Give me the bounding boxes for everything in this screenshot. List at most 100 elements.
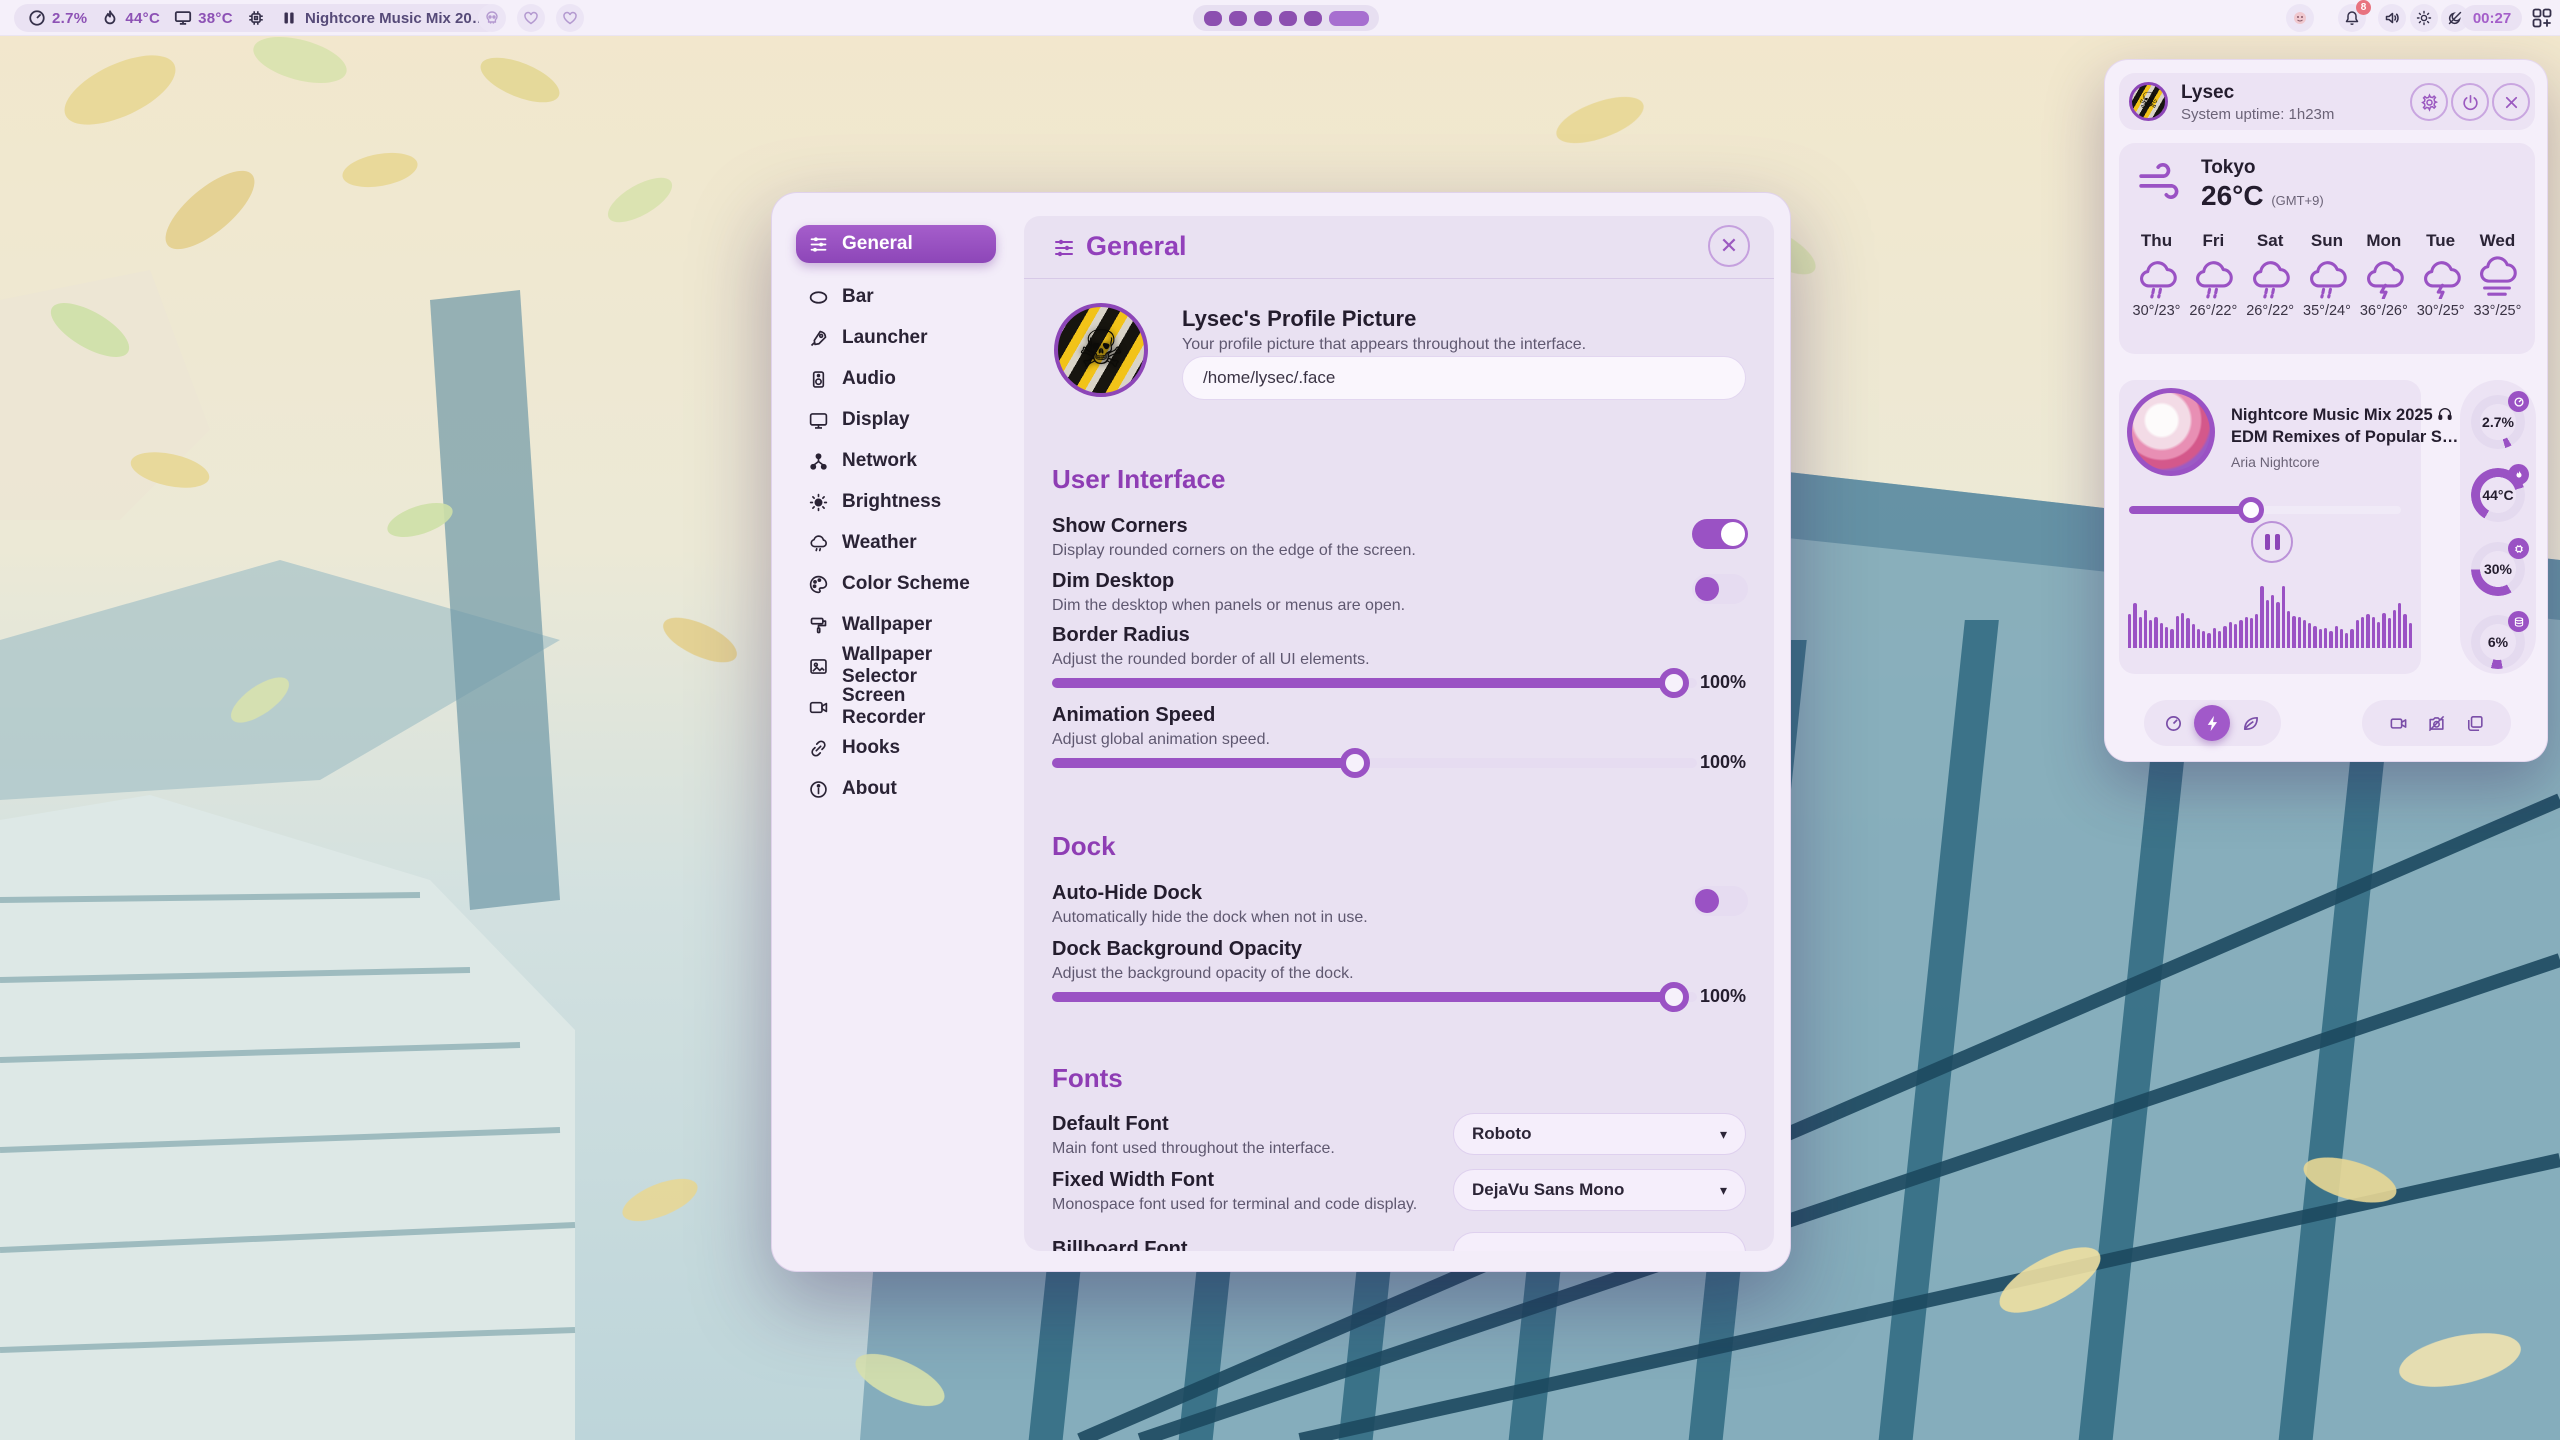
speaker-icon xyxy=(2384,10,2400,26)
forecast-day: Thu 30°/23° xyxy=(2129,231,2184,319)
sidebar-item-screen-recorder[interactable]: Screen Recorder xyxy=(796,688,996,726)
weather-card: Tokyo 26°C (GMT+9) Thu 30°/23° Fri 26°/2… xyxy=(2119,143,2535,354)
cpu-value: 2.7% xyxy=(52,10,87,27)
settings-button[interactable] xyxy=(2410,83,2448,121)
power-profile-powersave-button[interactable] xyxy=(2155,705,2191,741)
clock-pill[interactable]: 00:27 xyxy=(2462,5,2522,31)
workspace-dot[interactable] xyxy=(1229,11,1247,26)
audio-visualizer xyxy=(2128,586,2412,648)
animation-speed-slider[interactable] xyxy=(1052,758,1697,768)
slider-fill xyxy=(1052,678,1674,688)
sidebar-item-about[interactable]: About xyxy=(796,770,996,808)
forecast-day: Mon 36°/26° xyxy=(2356,231,2411,319)
flame-icon xyxy=(101,9,119,27)
sidebar-item-weather[interactable]: Weather xyxy=(796,524,996,562)
profile-avatar[interactable]: ☠ xyxy=(1054,303,1148,397)
user-avatar: ☠ xyxy=(2129,82,2168,121)
favorite2-quick-button[interactable] xyxy=(556,4,584,32)
monitor-icon xyxy=(174,9,192,27)
skull-quick-button[interactable] xyxy=(478,4,506,32)
sidebar-item-general[interactable]: General xyxy=(796,225,996,263)
rocket-icon xyxy=(808,328,829,349)
track-title-line1: Nightcore Music Mix 2025 xyxy=(2231,406,2453,425)
sidebar-item-launcher[interactable]: Launcher xyxy=(796,319,996,357)
speaker-box-icon xyxy=(808,369,829,390)
workspace-dot[interactable] xyxy=(1279,11,1297,26)
slider-knob[interactable] xyxy=(1340,748,1370,778)
sidebar-item-color-scheme[interactable]: Color Scheme xyxy=(796,565,996,603)
sidebar-item-display[interactable]: Display xyxy=(796,401,996,439)
panel-close-button[interactable] xyxy=(2492,83,2530,121)
sidebar-item-wallpaper[interactable]: Wallpaper xyxy=(796,606,996,644)
favorite-quick-button[interactable] xyxy=(517,4,545,32)
sidebar-label: General xyxy=(842,233,913,255)
default-font-description: Main font used throughout the interface. xyxy=(1052,1140,1335,1158)
sidebar-item-audio[interactable]: Audio xyxy=(796,360,996,398)
forecast-day: Sat 26°/22° xyxy=(2243,231,2298,319)
power-button[interactable] xyxy=(2451,83,2489,121)
pause-button[interactable] xyxy=(2251,521,2293,563)
screenshot-off-button[interactable] xyxy=(2418,705,2454,741)
weather-fog-icon xyxy=(2475,255,2519,299)
forecast-row: Thu 30°/23° Fri 26°/22° Sat 26°/22° Sun … xyxy=(2129,231,2525,319)
weather-rain-icon xyxy=(2135,255,2179,299)
fixed-font-dropdown[interactable]: DejaVu Sans Mono ▾ xyxy=(1453,1169,1746,1211)
fixed-font-label: Fixed Width Font xyxy=(1052,1169,1214,1192)
notifications-button[interactable]: 8 xyxy=(2338,4,2366,32)
auto-hide-dock-toggle[interactable] xyxy=(1692,886,1748,916)
sidebar-label: Launcher xyxy=(842,327,928,349)
workspace-indicator[interactable] xyxy=(1193,5,1379,31)
sidebar-item-network[interactable]: Network xyxy=(796,442,996,480)
animation-speed-description: Adjust global animation speed. xyxy=(1052,731,1270,749)
sidebar-item-wallpaper-selector[interactable]: Wallpaper Selector xyxy=(796,647,996,685)
sidebar-item-bar[interactable]: Bar xyxy=(796,278,996,316)
link-icon xyxy=(808,738,829,759)
workspace-active-dot[interactable] xyxy=(1329,11,1369,26)
power-profile-eco-button[interactable] xyxy=(2232,705,2268,741)
gear-icon xyxy=(2420,93,2439,112)
show-corners-label: Show Corners xyxy=(1052,515,1188,538)
pause-icon xyxy=(2265,534,2270,550)
section-user-interface: User Interface xyxy=(1052,464,1225,495)
dim-desktop-description: Dim the desktop when panels or menus are… xyxy=(1052,597,1405,615)
close-button[interactable]: ✕ xyxy=(1708,225,1750,267)
track-progress-slider[interactable] xyxy=(2129,506,2401,514)
close-icon: ✕ xyxy=(1720,233,1738,259)
volume-button[interactable] xyxy=(2378,4,2406,32)
workspace-dot[interactable] xyxy=(1304,11,1322,26)
sidebar-item-hooks[interactable]: Hooks xyxy=(796,729,996,767)
weather-city: Tokyo xyxy=(2201,157,2256,179)
videocam-icon xyxy=(2389,714,2408,733)
weather-storm-icon xyxy=(2419,255,2463,299)
toggle-knob xyxy=(1721,522,1745,546)
workspace-dot[interactable] xyxy=(1254,11,1272,26)
tray-app-button[interactable] xyxy=(2286,4,2314,32)
fixed-font-value: DejaVu Sans Mono xyxy=(1472,1180,1624,1200)
auto-hide-dock-label: Auto-Hide Dock xyxy=(1052,882,1202,905)
layers-button[interactable] xyxy=(2457,705,2493,741)
skull-art: ☠ xyxy=(2139,89,2159,114)
clipped-font-dropdown[interactable] xyxy=(1453,1232,1746,1251)
progress-knob[interactable] xyxy=(2238,497,2264,523)
apps-grid-icon[interactable] xyxy=(2530,6,2554,30)
power-profile-performance-button[interactable] xyxy=(2194,705,2230,741)
brightness-button[interactable] xyxy=(2410,4,2438,32)
image-icon xyxy=(808,656,829,677)
profile-path-input[interactable] xyxy=(1182,356,1746,400)
sidebar-item-brightness[interactable]: Brightness xyxy=(796,483,996,521)
media-player-pill[interactable]: Nightcore Music Mix 20… xyxy=(268,4,501,32)
screen-record-button[interactable] xyxy=(2380,705,2416,741)
default-font-dropdown[interactable]: Roboto ▾ xyxy=(1453,1113,1746,1155)
disk-icon xyxy=(2508,611,2529,632)
show-corners-toggle[interactable] xyxy=(1692,519,1748,549)
border-radius-slider[interactable] xyxy=(1052,678,1697,688)
user-card: ☠ Lysec System uptime: 1h23m xyxy=(2119,73,2535,130)
workspace-dot[interactable] xyxy=(1204,11,1222,26)
progress-fill xyxy=(2129,506,2251,514)
fixed-font-description: Monospace font used for terminal and cod… xyxy=(1052,1196,1417,1214)
dim-desktop-label: Dim Desktop xyxy=(1052,570,1174,593)
pause-icon xyxy=(282,11,296,25)
dock-opacity-slider[interactable] xyxy=(1052,992,1697,1002)
show-corners-description: Display rounded corners on the edge of t… xyxy=(1052,542,1416,560)
dim-desktop-toggle[interactable] xyxy=(1692,574,1748,604)
